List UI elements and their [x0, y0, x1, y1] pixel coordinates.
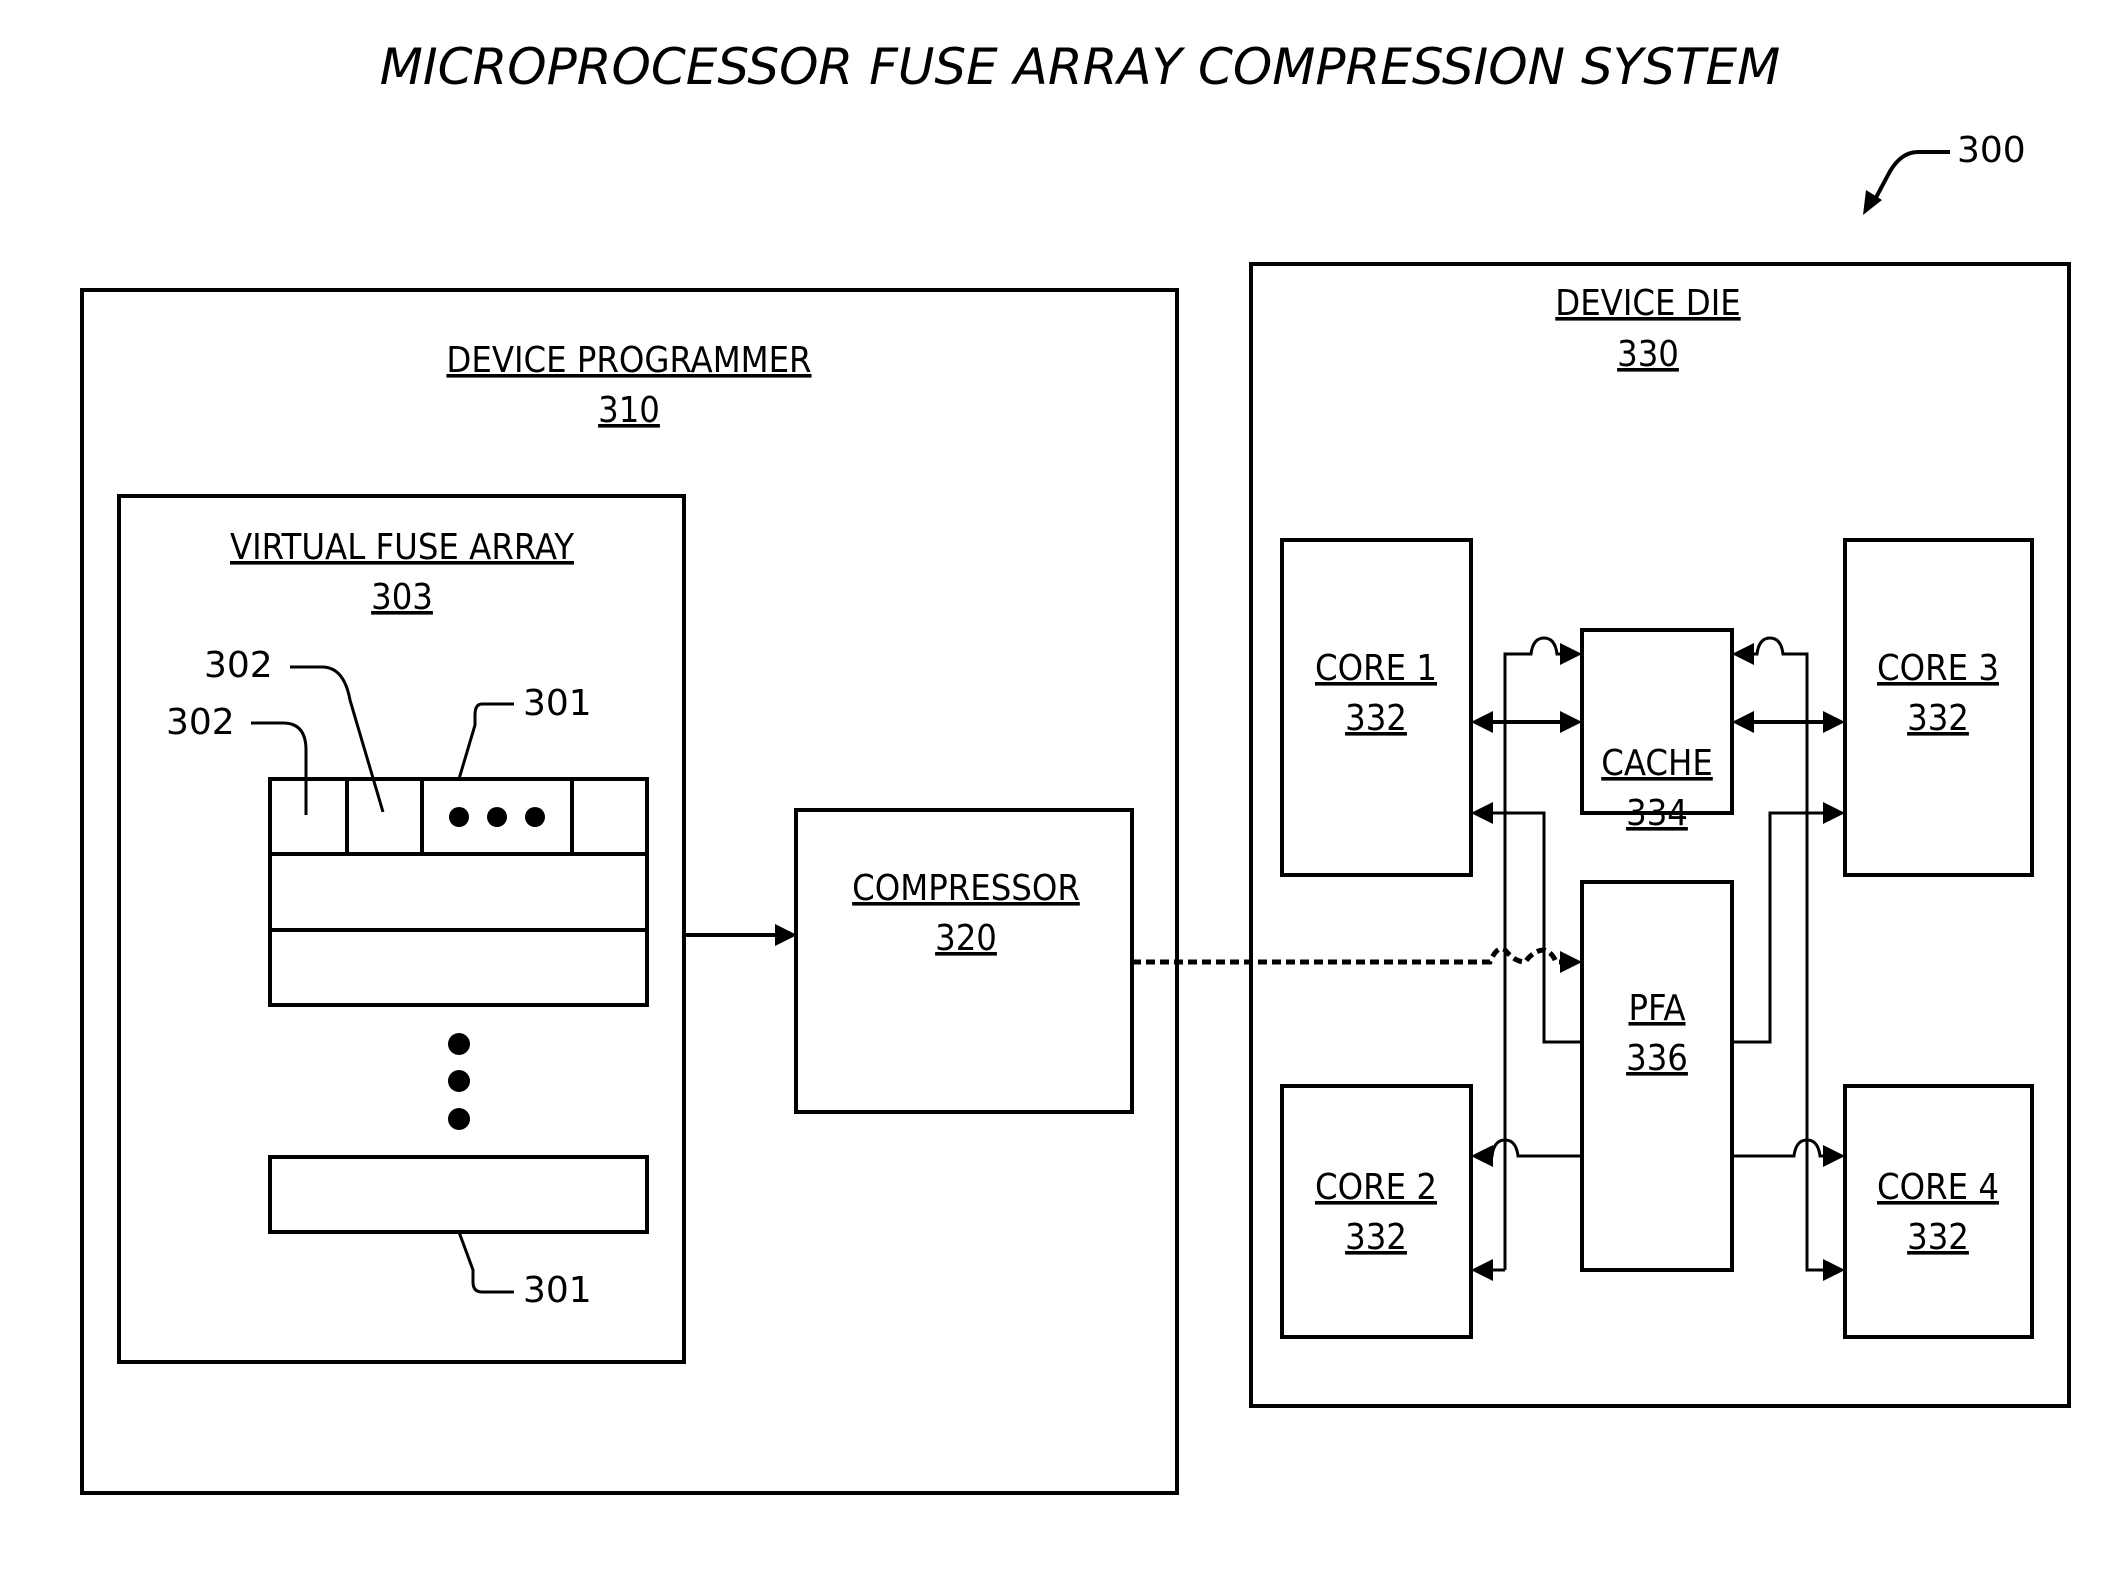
core-4-ref: 332 [1907, 1217, 1969, 1258]
virtual-fuse-array-label: VIRTUAL FUSE ARRAY [230, 527, 574, 568]
core-2-label: CORE 2 [1315, 1167, 1437, 1208]
device-programmer-label: DEVICE PROGRAMMER [446, 340, 811, 381]
cache-label: CACHE [1601, 743, 1713, 784]
pfa-ref: 336 [1626, 1038, 1688, 1079]
core-2-box [1280, 1084, 1473, 1339]
core-1-label: CORE 1 [1315, 648, 1437, 689]
core-2-ref: 332 [1345, 1217, 1407, 1258]
arrowhead [1471, 1259, 1493, 1281]
leader-301-bottom [457, 1231, 514, 1294]
ellipsis-dot [448, 1033, 470, 1055]
figure-ref-label: 300 [1957, 130, 2026, 171]
ref-301-bottom: 301 [523, 1270, 592, 1311]
compressor-ref: 320 [935, 918, 997, 959]
arrowhead [1823, 1259, 1845, 1281]
core-3-label: CORE 3 [1877, 648, 1999, 689]
diagram-canvas: MICROPROCESSOR FUSE ARRAY COMPRESSION SY… [80, 38, 2071, 1495]
pfa-label: PFA [1628, 988, 1685, 1029]
compressor-to-pfa-arrowhead [1560, 951, 1582, 973]
pfa-to-cache-right-line [1751, 636, 1826, 1272]
ellipsis-dot [487, 807, 507, 827]
vfa-to-compressor-arrowhead [775, 924, 797, 946]
arrowhead [1823, 711, 1845, 733]
core-1-ref: 332 [1345, 698, 1407, 739]
ellipsis-dot [448, 1070, 470, 1092]
arrowhead [1471, 711, 1493, 733]
arrowhead [1823, 1145, 1845, 1167]
compressor-box [794, 808, 1134, 1114]
ellipsis-dot [448, 1108, 470, 1130]
arrowhead [1823, 802, 1845, 824]
ref-301-top: 301 [523, 683, 592, 724]
leader-302-a [251, 721, 308, 815]
fuse-row-2 [268, 852, 649, 932]
fuse-row-last [268, 1155, 649, 1234]
compressor-label: COMPRESSOR [852, 868, 1080, 909]
figure-ref-leader [1870, 150, 1950, 206]
core-4-label: CORE 4 [1877, 1167, 1999, 1208]
pfa-to-core4-upper-line [1732, 1138, 1826, 1158]
arrowhead [1732, 711, 1754, 733]
arrowhead [1732, 643, 1754, 665]
ellipsis-dot [449, 807, 469, 827]
fuse-rows [268, 777, 649, 1234]
device-die-label: DEVICE DIE [1555, 283, 1740, 324]
fuse-row-3 [268, 928, 649, 1007]
arrowhead [1560, 643, 1582, 665]
ref-302-a: 302 [166, 702, 235, 743]
arrowhead [1560, 711, 1582, 733]
virtual-fuse-array-ref: 303 [371, 577, 433, 618]
ref-302-b: 302 [204, 645, 273, 686]
pfa-to-core3-line [1732, 811, 1826, 1044]
leader-301-top [457, 702, 514, 780]
arrowhead [1471, 1145, 1493, 1167]
device-die-ref: 330 [1617, 334, 1679, 375]
arrowhead [1471, 802, 1493, 824]
compressor-to-pfa-dashed-link [1132, 946, 1568, 965]
cache-ref: 334 [1626, 793, 1688, 834]
core-4-box [1843, 1084, 2034, 1339]
device-programmer-ref: 310 [598, 390, 660, 431]
core-3-ref: 332 [1907, 698, 1969, 739]
ellipsis-dot [525, 807, 545, 827]
cache-box [1580, 628, 1734, 815]
diagram-title: MICROPROCESSOR FUSE ARRAY COMPRESSION SY… [380, 38, 1781, 96]
figure-ref-300: 300 [1863, 130, 2026, 215]
